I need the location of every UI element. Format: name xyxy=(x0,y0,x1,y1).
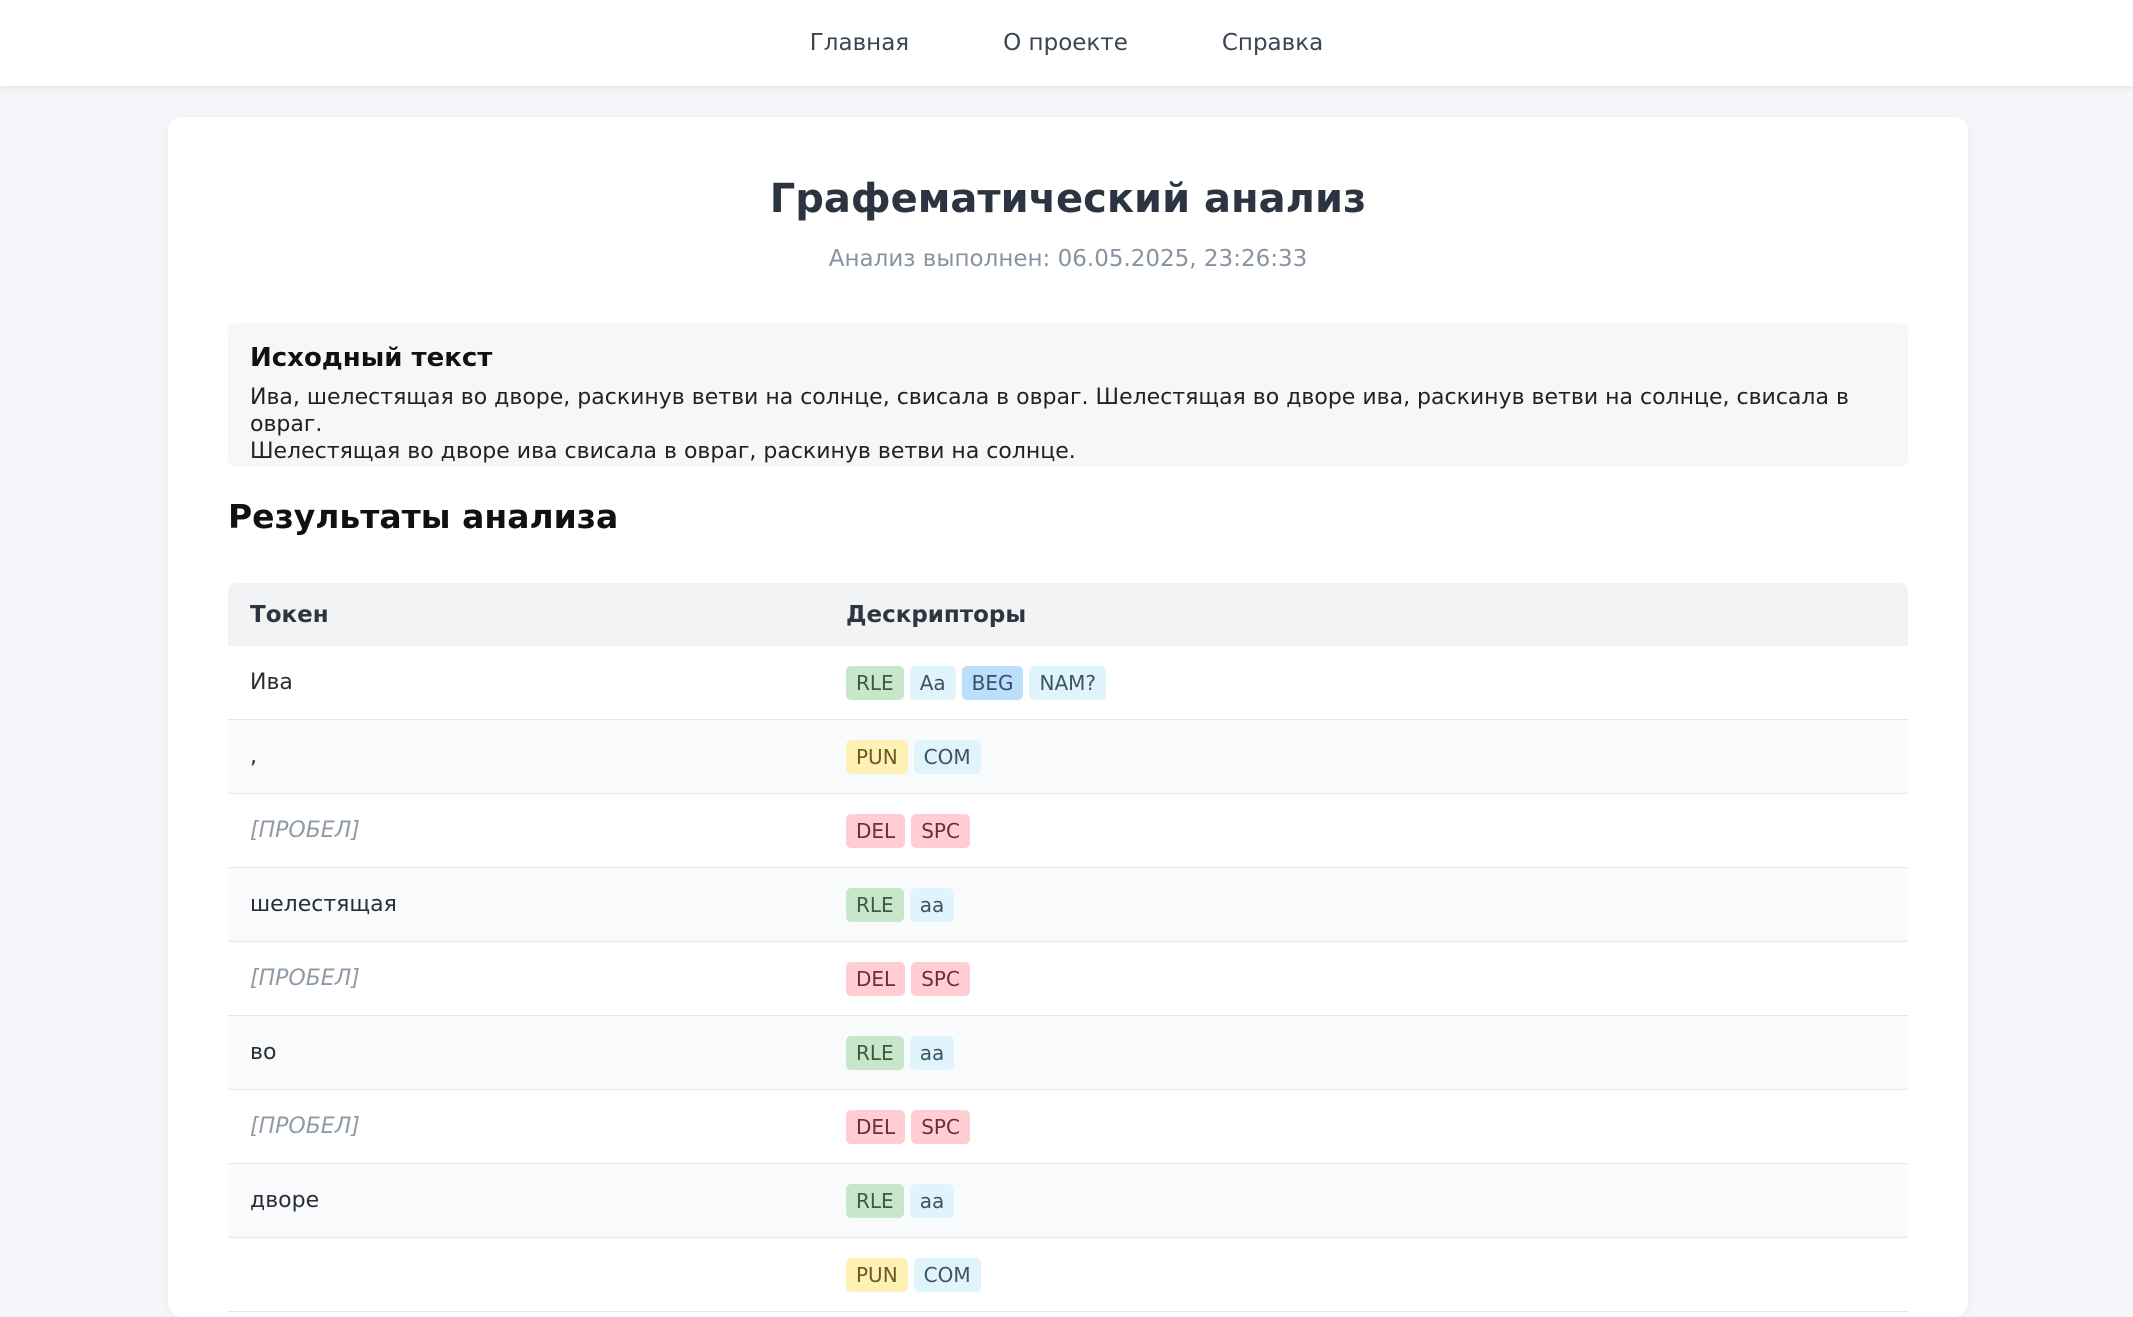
descriptor-tag: DEL xyxy=(846,1109,906,1144)
table-body: Ива RLE Aa BEG NAM?, PUN COM [ПРОБЕЛ] DEL SPC шеле… xyxy=(228,646,1908,1312)
descriptor-tag: COM xyxy=(913,739,981,774)
descriptors-cell: RLE aa xyxy=(846,1035,1908,1070)
descriptor-tag: RLE xyxy=(846,887,904,922)
descriptor-tag: DEL xyxy=(846,813,906,848)
page-title: Графематический анализ xyxy=(769,176,1367,222)
descriptor-tag: aa xyxy=(909,1035,955,1070)
descriptor-tag: NAM? xyxy=(1029,665,1106,700)
descriptor-tag: aa xyxy=(909,887,955,922)
source-text: Ива, шелестящая во дворе, раскинув ветви… xyxy=(250,384,1886,465)
descriptor-tag: aa xyxy=(909,1183,955,1218)
analysis-timestamp: Анализ выполнен: 06.05.2025, 23:26:33 xyxy=(828,246,1308,272)
token-cell: дворе xyxy=(250,1188,320,1213)
table-row: , PUN COM xyxy=(228,720,1908,794)
column-header-descriptors: Дескрипторы xyxy=(846,601,1027,628)
table-row: [ПРОБЕЛ] DEL SPC xyxy=(228,942,1908,1016)
source-text-line: Шелестящая во дворе ива свисала в овраг,… xyxy=(250,439,1076,465)
source-heading: Исходный текст xyxy=(250,343,493,373)
descriptors-cell: RLE Aa BEG NAM? xyxy=(846,665,1908,700)
main-card: Графематический анализ Анализ выполнен: … xyxy=(168,117,1968,1317)
descriptors-cell: PUN COM xyxy=(846,739,1908,774)
token-cell: во xyxy=(250,1040,277,1065)
descriptor-tag: PUN xyxy=(846,739,908,774)
descriptor-tag: BEG xyxy=(961,665,1024,700)
descriptor-tag: Aa xyxy=(909,665,956,700)
source-text-line: Ива, шелестящая во дворе, раскинув ветви… xyxy=(250,385,1849,438)
table-row: Ива RLE Aa BEG NAM? xyxy=(228,646,1908,720)
table-row: во RLE aa xyxy=(228,1016,1908,1090)
nav-link-about[interactable]: О проекте xyxy=(1003,30,1128,56)
descriptors-cell: RLE aa xyxy=(846,887,1908,922)
token-cell: шелестящая xyxy=(250,892,397,917)
descriptors-cell: DEL SPC xyxy=(846,1109,1908,1144)
descriptor-tag: RLE xyxy=(846,1035,904,1070)
token-cell: Ива xyxy=(250,670,293,695)
token-cell: [ПРОБЕЛ] xyxy=(250,1114,360,1139)
token-cell: [ПРОБЕЛ] xyxy=(250,818,360,843)
descriptor-tag: SPC xyxy=(911,1109,970,1144)
descriptors-cell: DEL SPC xyxy=(846,813,1908,848)
descriptor-tag: RLE xyxy=(846,665,904,700)
nav-link-help[interactable]: Справка xyxy=(1222,30,1323,56)
table-row: PUN COM xyxy=(228,1238,1908,1312)
descriptors-cell: RLE aa xyxy=(846,1183,1908,1218)
descriptor-tag: RLE xyxy=(846,1183,904,1218)
token-cell: , xyxy=(250,744,257,769)
descriptor-tag: SPC xyxy=(911,961,970,996)
top-navbar: Главная О проекте Справка xyxy=(0,0,2133,86)
descriptor-tag: SPC xyxy=(911,813,970,848)
descriptor-tag: DEL xyxy=(846,961,906,996)
column-header-token: Токен xyxy=(250,601,329,628)
table-row: [ПРОБЕЛ] DEL SPC xyxy=(228,1090,1908,1164)
nav-link-home[interactable]: Главная xyxy=(810,30,909,56)
source-text-panel: Исходный текст Ива, шелестящая во дворе,… xyxy=(228,323,1908,467)
table-row: [ПРОБЕЛ] DEL SPC xyxy=(228,794,1908,868)
table-header: Токен Дескрипторы xyxy=(228,583,1908,646)
token-cell: [ПРОБЕЛ] xyxy=(250,966,360,991)
results-heading: Результаты анализа xyxy=(228,497,619,536)
results-table: Токен Дескрипторы Ива RLE Aa BEG NAM?, PUN COM… xyxy=(228,583,1908,1312)
table-row: шелестящая RLE aa xyxy=(228,868,1908,942)
table-row: дворе RLE aa xyxy=(228,1164,1908,1238)
descriptors-cell: DEL SPC xyxy=(846,961,1908,996)
